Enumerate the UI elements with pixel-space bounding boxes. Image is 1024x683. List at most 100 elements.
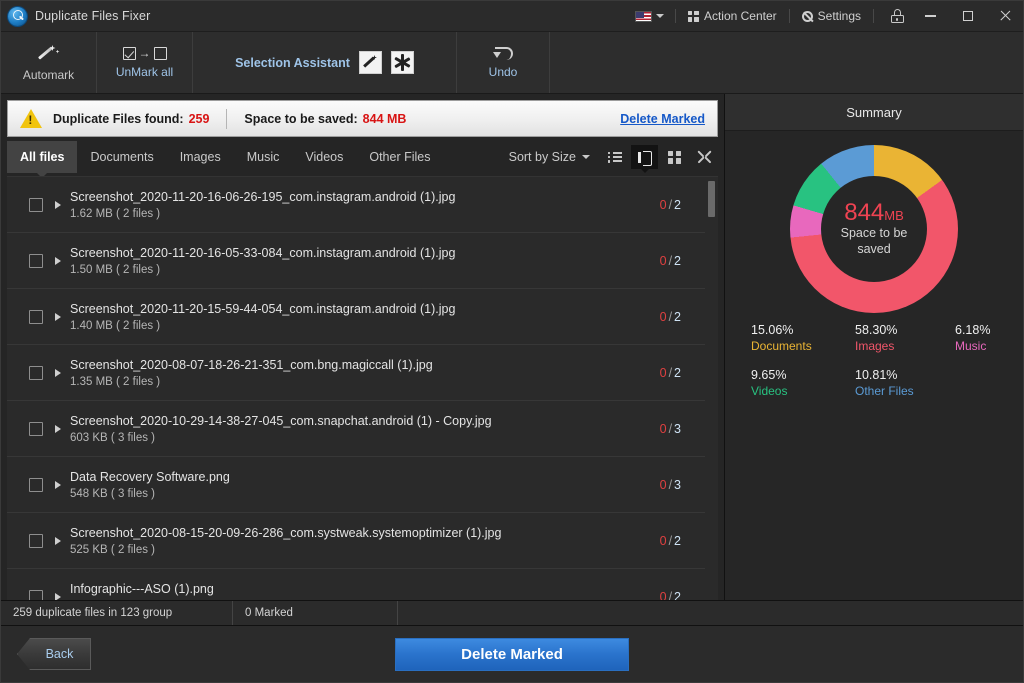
close-button[interactable] xyxy=(986,1,1023,32)
file-size: 512 KB ( 2 files ) xyxy=(70,600,660,601)
row-checkbox[interactable] xyxy=(29,533,43,548)
row-checkbox[interactable] xyxy=(29,309,43,324)
lock-icon[interactable] xyxy=(891,9,904,23)
tab-all-files[interactable]: All files xyxy=(7,141,78,178)
row-text: Screenshot_2020-10-29-14-38-27-045_com.s… xyxy=(70,414,660,444)
duplicates-found-value: 259 xyxy=(188,111,210,126)
divider xyxy=(873,9,874,23)
expand-arrow-icon[interactable] xyxy=(55,200,61,209)
tile-view-button[interactable] xyxy=(661,145,688,169)
status-bar: 259 duplicate files in 123 group 0 Marke… xyxy=(1,600,1023,626)
file-list-scrollbar[interactable] xyxy=(707,179,716,598)
undo-button[interactable]: Undo xyxy=(457,32,550,93)
sort-by-dropdown[interactable]: Sort by Size xyxy=(501,150,598,164)
divider xyxy=(674,9,676,23)
marked-count: 0/3 xyxy=(659,421,681,436)
expand-arrow-icon[interactable] xyxy=(55,424,61,433)
delete-marked-button[interactable]: Delete Marked xyxy=(395,637,629,671)
tab-documents[interactable]: Documents xyxy=(77,141,166,173)
action-center-label: Action Center xyxy=(703,9,777,23)
close-icon xyxy=(999,10,1011,22)
expand-arrow-icon[interactable] xyxy=(55,312,61,321)
duplicates-found-label: Duplicate Files found: xyxy=(53,111,184,126)
tools-icon xyxy=(394,54,411,71)
scrollbar-thumb[interactable] xyxy=(708,181,715,217)
expand-arrow-icon[interactable] xyxy=(55,480,61,489)
expand-arrow-icon[interactable] xyxy=(55,592,61,600)
selection-assistant-wand-button[interactable] xyxy=(358,51,382,74)
file-name: Data Recovery Software.png xyxy=(70,469,230,484)
table-row[interactable]: Screenshot_2020-10-29-14-38-27-045_com.s… xyxy=(7,401,705,457)
tab-other-files[interactable]: Other Files xyxy=(356,141,443,173)
settings-button[interactable]: Settings xyxy=(799,9,864,23)
action-center-button[interactable]: Action Center xyxy=(685,9,780,23)
tab-images[interactable]: Images xyxy=(167,141,234,173)
delete-marked-link[interactable]: Delete Marked xyxy=(620,112,705,126)
duplicate-file-list: Screenshot_2020-11-20-16-06-26-195_com.i… xyxy=(7,176,718,600)
legend-item-documents: 15.06% Documents xyxy=(751,323,855,353)
tab-videos[interactable]: Videos xyxy=(292,141,356,173)
maximize-button[interactable] xyxy=(949,1,986,32)
row-checkbox[interactable] xyxy=(29,253,43,268)
file-name: Infographic---ASO (1).png xyxy=(70,581,214,596)
legend-label: Music xyxy=(955,339,987,353)
title-bar-actions: Action Center Settings xyxy=(633,1,1023,31)
marked-count: 0/2 xyxy=(659,365,681,380)
table-row[interactable]: Infographic---ASO (1).png 512 KB ( 2 file… xyxy=(7,569,705,600)
list-view-icon xyxy=(608,152,622,163)
expand-arrow-icon[interactable] xyxy=(55,536,61,545)
legend-label: Images xyxy=(855,339,895,353)
table-row[interactable]: Screenshot_2020-11-20-16-05-33-084_com.i… xyxy=(7,233,705,289)
us-flag-icon xyxy=(634,10,652,22)
table-row[interactable]: Screenshot_2020-11-20-15-59-44-054_com.i… xyxy=(7,289,705,345)
table-row[interactable]: Screenshot_2020-08-07-18-26-21-351_com.b… xyxy=(7,345,705,401)
summary-title: Summary xyxy=(846,104,902,120)
info-bar: Duplicate Files found: 259 Space to be s… xyxy=(7,100,718,137)
row-text: Screenshot_2020-11-20-16-06-26-195_com.i… xyxy=(70,190,660,220)
marked-count: 0/2 xyxy=(659,589,681,601)
expand-arrow-icon[interactable] xyxy=(55,256,61,265)
sort-by-label: Sort by Size xyxy=(508,150,576,164)
expand-arrow-icon[interactable] xyxy=(55,368,61,377)
detail-view-button[interactable] xyxy=(631,145,658,173)
minimize-button[interactable] xyxy=(912,1,949,32)
file-size: 1.50 MB ( 2 files ) xyxy=(70,263,161,276)
list-view-button[interactable] xyxy=(601,145,628,169)
row-checkbox[interactable] xyxy=(29,197,43,212)
file-size: 603 KB ( 3 files ) xyxy=(70,431,156,444)
chart-legend: 15.06% Documents 58.30% Images 6.18% Music 9.6… xyxy=(725,319,1023,398)
magic-wand-icon xyxy=(363,55,378,70)
back-button[interactable]: Back xyxy=(17,638,91,670)
space-saved-value: 844 MB xyxy=(362,111,407,126)
row-checkbox[interactable] xyxy=(29,477,43,492)
gear-icon xyxy=(801,10,813,22)
tab-music[interactable]: Music xyxy=(234,141,293,173)
row-text: Infographic---ASO (1).png 512 KB ( 2 file… xyxy=(70,582,660,601)
legend-item-other-files: 10.81% Other Files xyxy=(855,368,955,398)
donut-center: 844MB Space to be saved xyxy=(821,176,927,282)
table-row[interactable]: Screenshot_2020-11-20-16-06-26-195_com.i… xyxy=(7,177,705,233)
minimize-icon xyxy=(925,15,936,17)
file-size: 548 KB ( 3 files ) xyxy=(70,487,156,500)
unmark-all-label: UnMark all xyxy=(115,64,174,79)
file-name: Screenshot_2020-11-20-16-06-26-195_com.i… xyxy=(70,189,456,204)
row-checkbox[interactable] xyxy=(29,365,43,380)
row-checkbox[interactable] xyxy=(29,589,43,600)
unmark-all-button[interactable]: → UnMark all xyxy=(97,32,193,93)
magnifier-globe-icon xyxy=(8,6,27,26)
maximize-icon xyxy=(962,11,973,21)
legend-percentage: 15.06% xyxy=(751,323,794,337)
expand-view-button[interactable] xyxy=(691,145,718,169)
language-selector[interactable] xyxy=(633,10,666,22)
table-row[interactable]: Data Recovery Software.png 548 KB ( 3 fil… xyxy=(7,457,705,513)
table-row[interactable]: Screenshot_2020-08-15-20-09-26-286_com.s… xyxy=(7,513,705,569)
summary-pane: Summary 844MB Space to be saved 15.06% D… xyxy=(725,94,1023,600)
row-text: Data Recovery Software.png 548 KB ( 3 fil… xyxy=(70,470,660,500)
undo-label: Undo xyxy=(488,64,518,79)
row-checkbox[interactable] xyxy=(29,421,43,436)
legend-item-videos: 9.65% Videos xyxy=(751,368,855,398)
status-duplicates: 259 duplicate files in 123 group xyxy=(1,601,233,625)
selection-assistant-tools-button[interactable] xyxy=(390,51,414,74)
automark-button[interactable]: Automark xyxy=(1,32,97,93)
file-name: Screenshot_2020-11-20-16-05-33-084_com.i… xyxy=(70,245,456,260)
